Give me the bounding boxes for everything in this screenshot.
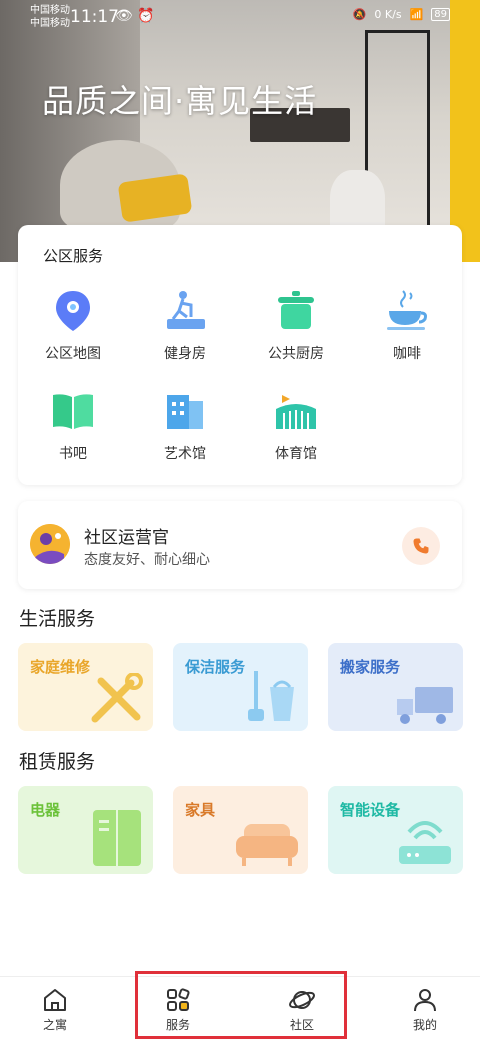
tab-home[interactable]: 之寓 (15, 987, 95, 1033)
tile-label: 搬家服务 (340, 658, 401, 676)
tile-smart-devices[interactable]: 智能设备 (328, 786, 463, 874)
service-item-gym[interactable]: 健身房 (145, 287, 225, 363)
tile-appliances[interactable]: 电器 (18, 786, 153, 874)
eye-icon: 👁 ⏰ (115, 8, 155, 24)
rental-services-title: 租赁服务 (19, 751, 96, 773)
tile-label: 家具 (185, 801, 216, 819)
hero-background (450, 0, 480, 262)
status-icons: 🔕 0 K/s 📶 89 (353, 8, 450, 21)
tile-label: 智能设备 (340, 801, 401, 819)
cooking-pot-icon (278, 291, 314, 329)
service-label: 公区地图 (45, 346, 101, 362)
service-label: 书吧 (59, 446, 87, 462)
community-operator-card[interactable]: 社区运营官 态度友好、耐心细心 (18, 501, 462, 589)
service-item-kitchen[interactable]: 公共厨房 (256, 287, 336, 363)
hero-background (117, 173, 193, 223)
highlight-annotation-box (135, 971, 347, 1039)
operator-title: 社区运营官 (84, 528, 169, 548)
tile-moving[interactable]: 搬家服务 (328, 643, 463, 731)
mop-bucket-icon (248, 671, 294, 721)
home-icon (44, 989, 66, 1011)
call-button[interactable] (402, 527, 440, 565)
tab-mine[interactable]: 我的 (385, 987, 465, 1033)
hero-title: 品质之间·寓见生活 (42, 82, 318, 120)
truck-icon (397, 687, 453, 724)
service-label: 公共厨房 (268, 346, 324, 362)
fridge-icon (93, 810, 141, 866)
life-services-title: 生活服务 (19, 608, 96, 630)
service-label: 健身房 (164, 346, 206, 362)
stadium-icon (276, 391, 316, 429)
service-item-coffee[interactable]: 咖啡 (367, 287, 447, 363)
hero-banner: 品质之间·寓见生活 (0, 0, 480, 262)
clock: 11:17 (70, 7, 119, 27)
service-item-gallery[interactable]: 艺术馆 (145, 387, 225, 463)
service-label: 咖啡 (393, 346, 421, 362)
service-item-book-bar[interactable]: 书吧 (33, 387, 113, 463)
mute-icon: 🔕 (352, 8, 367, 21)
coffee-cup-icon (387, 290, 427, 330)
tab-label: 我的 (412, 1018, 437, 1032)
avatar-icon (30, 524, 70, 564)
public-services-title: 公区服务 (43, 247, 104, 265)
tile-label: 保洁服务 (185, 658, 246, 676)
tools-icon (91, 673, 143, 723)
carrier-1: 中国移动 (30, 5, 70, 16)
tab-label: 之寓 (42, 1018, 67, 1032)
operator-avatar (30, 524, 70, 564)
tile-label: 家庭维修 (30, 658, 91, 676)
service-label: 艺术馆 (164, 446, 206, 462)
phone-icon (413, 538, 429, 554)
treadmill-icon (167, 291, 205, 329)
battery-icon: 89 (431, 8, 450, 21)
speed-indicator: 0 K/s (374, 8, 402, 21)
tile-cleaning[interactable]: 保洁服务 (173, 643, 308, 731)
service-label: 体育馆 (275, 446, 317, 462)
wifi-router-icon (399, 821, 451, 864)
status-bar: 中国移动 中国移动 11:17 👁 ⏰ 🔕 0 K/s 📶 89 (0, 0, 480, 36)
public-services-card: 公区服务 公区地图 健身房 公共厨房 咖啡 书吧 艺术馆 体育馆 (18, 225, 462, 485)
carrier-label: 中国移动 中国移动 (30, 4, 70, 30)
carrier-2: 中国移动 (30, 18, 70, 29)
book-icon (53, 394, 93, 429)
tile-furniture[interactable]: 家具 (173, 786, 308, 874)
service-item-stadium[interactable]: 体育馆 (256, 387, 336, 463)
tile-home-repair[interactable]: 家庭维修 (18, 643, 153, 731)
sofa-icon (236, 824, 298, 866)
person-icon (414, 989, 436, 1012)
operator-subtitle: 态度友好、耐心细心 (84, 552, 210, 568)
gallery-building-icon (167, 395, 203, 429)
tile-label: 电器 (30, 801, 61, 819)
map-pin-icon (56, 291, 90, 331)
wifi-icon: 📶 (409, 8, 424, 21)
service-item-map[interactable]: 公区地图 (33, 287, 113, 363)
